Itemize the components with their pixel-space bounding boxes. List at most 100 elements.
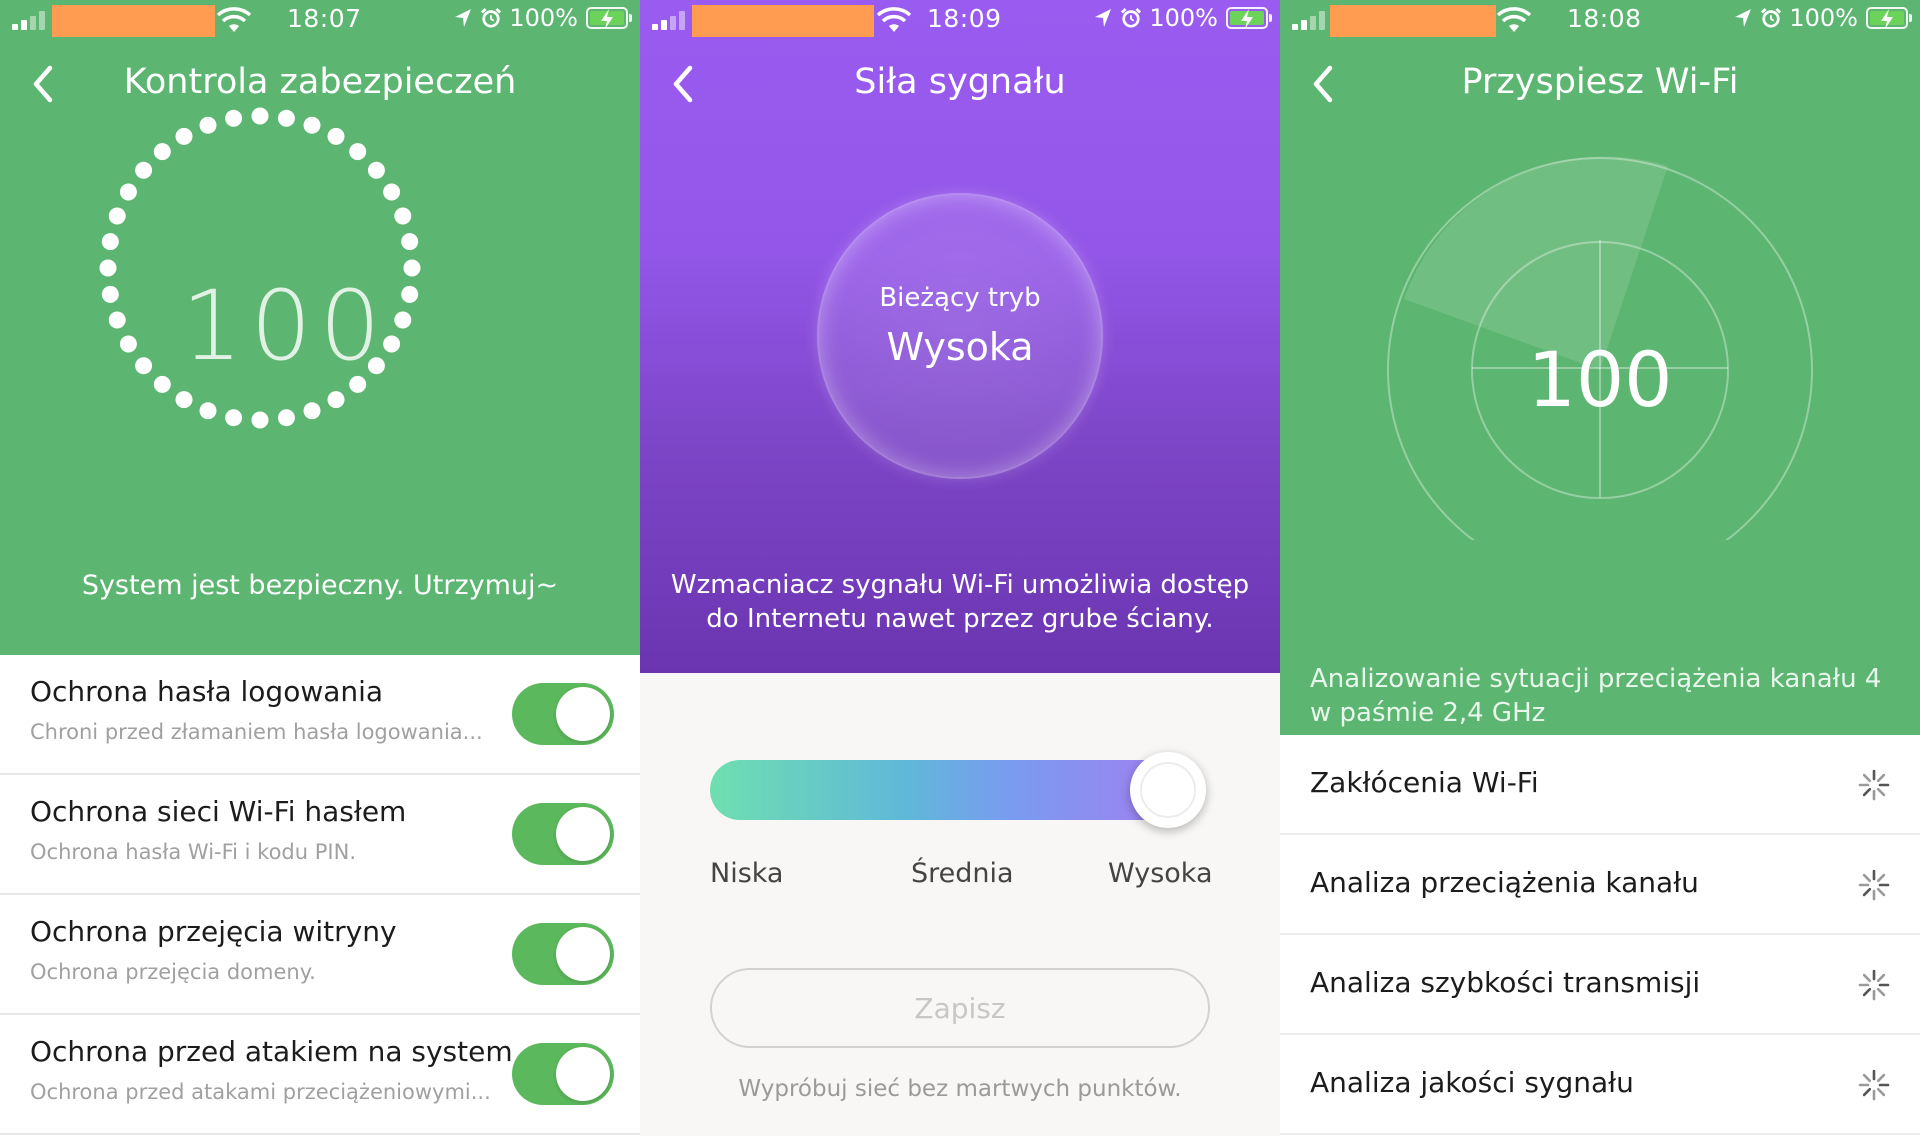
toggle-knob [556, 927, 610, 981]
ring-dot [135, 161, 153, 179]
status-bar: 18:08 100% [1280, 0, 1920, 40]
list-item: Ochrona przed atakiem na system Ochrona … [0, 1015, 640, 1135]
battery-percent: 100% [1149, 4, 1218, 32]
status-time: 18:09 [927, 4, 1002, 33]
ring-dot [401, 233, 419, 251]
item-title: Ochrona przejęcia witryny [30, 915, 397, 948]
toggle-knob [556, 687, 610, 741]
security-status-message: System jest bezpieczny. Utrzymuj~ [81, 570, 559, 601]
slider-thumb[interactable] [1130, 752, 1206, 828]
current-mode-caption: Bieżący tryb [879, 283, 1041, 313]
ring-dot [303, 402, 321, 420]
list-item: Ochrona sieci Wi-Fi hasłem Ochrona hasła… [0, 775, 640, 895]
page-title: Kontrola zabezpieczeń [123, 62, 517, 102]
protection-list: Ochrona hasła logowania Chroni przed zła… [0, 655, 640, 1135]
wifi-icon [1496, 7, 1532, 32]
page-title: Siła sygnału [854, 62, 1066, 102]
spinner-icon [1858, 869, 1890, 901]
carrier-redacted [1330, 5, 1496, 37]
status-right: 100% [1093, 4, 1272, 32]
ring-dot [277, 409, 295, 427]
list-item: Ochrona hasła logowania Chroni przed zła… [0, 655, 640, 775]
ring-dot [327, 127, 345, 145]
ring-dot [153, 143, 171, 161]
status-time: 18:07 [287, 4, 362, 33]
spinner-icon [1858, 969, 1890, 1001]
signal-strength-screen: Bieżący tryb Wysoka Wzmacniacz sygnału W… [640, 0, 1280, 1136]
status-right: 100% [1733, 4, 1912, 32]
nav-bar: Przyspiesz Wi-Fi [1280, 40, 1920, 130]
battery-percent: 100% [509, 4, 578, 32]
current-mode-bubble: Bieżący tryb Wysoka [817, 193, 1103, 479]
item-title: Ochrona hasła logowania [30, 675, 384, 708]
check-label: Analiza szybkości transmisji [1310, 966, 1701, 999]
ring-dot [327, 391, 345, 409]
battery-charging-icon [586, 7, 632, 29]
toggle-knob [556, 1047, 610, 1101]
ring-dot [175, 391, 193, 409]
alarm-icon [1761, 7, 1782, 28]
security-score: 100 [181, 270, 389, 382]
slider-label-high[interactable]: Wysoka [1108, 858, 1213, 889]
battery-charging-icon [1866, 7, 1912, 29]
ring-dot [225, 409, 243, 427]
battery-charging-icon [1226, 7, 1272, 29]
list-item: Analiza jakości sygnału [1280, 1035, 1920, 1135]
location-icon [1735, 9, 1752, 27]
cellular-signal-icon [652, 10, 686, 30]
battery-percent: 100% [1789, 4, 1858, 32]
nav-bar: Siła sygnału [640, 40, 1280, 130]
page-title: Przyspiesz Wi-Fi [1461, 62, 1739, 102]
location-icon [1095, 9, 1112, 27]
status-bar: 18:09 100% [640, 0, 1280, 40]
analyzing-text: Analizowanie sytuacji przeciążenia kanał… [1310, 664, 1882, 728]
wifi-icon [216, 7, 252, 32]
wifi-icon [876, 7, 912, 32]
ring-dot [394, 207, 412, 225]
item-title: Ochrona przed atakiem na system [30, 1035, 513, 1068]
item-subtitle: Chroni przed złamaniem hasła logowania..… [30, 720, 483, 744]
ring-dot [251, 411, 269, 429]
toggle-knob [556, 807, 610, 861]
slider-label-low[interactable]: Niska [710, 858, 783, 889]
speed-up-wifi-screen: 100 Analizowanie sytuacji przeciążenia k… [1280, 0, 1920, 1136]
signal-description: Wzmacniacz sygnału Wi-Fi umożliwia dostę… [670, 570, 1250, 634]
status-bar: 18:07 100% [0, 0, 640, 40]
ring-dot [349, 143, 367, 161]
ring-dot [101, 233, 119, 251]
protection-toggle[interactable] [512, 1043, 614, 1105]
alarm-icon [1121, 7, 1142, 28]
security-check-screen: 100 System jest bezpieczny. Utrzymuj~ 18… [0, 0, 640, 1136]
signal-level-slider[interactable] [710, 752, 1206, 828]
list-item: Analiza szybkości transmisji [1280, 935, 1920, 1035]
carrier-redacted [692, 5, 874, 37]
spinner-icon [1858, 1069, 1890, 1101]
ring-dot [108, 207, 126, 225]
item-subtitle: Ochrona przejęcia domeny. [30, 960, 316, 984]
check-label: Analiza jakości sygnału [1310, 1066, 1634, 1099]
item-title: Ochrona sieci Wi-Fi hasłem [30, 795, 407, 828]
speed-score: 100 [1527, 335, 1673, 424]
ring-dot [119, 183, 137, 201]
protection-toggle[interactable] [512, 683, 614, 745]
current-mode-value: Wysoka [886, 325, 1034, 369]
slider-label-medium[interactable]: Średnia [911, 858, 1014, 889]
protection-toggle[interactable] [512, 803, 614, 865]
status-right: 100% [453, 4, 632, 32]
location-icon [455, 9, 472, 27]
signal-hint: Wypróbuj sieć bez martwych punktów. [738, 1076, 1182, 1102]
protection-toggle[interactable] [512, 923, 614, 985]
spinner-icon [1858, 769, 1890, 801]
save-button[interactable]: Zapisz [710, 968, 1210, 1048]
alarm-icon [481, 7, 502, 28]
list-item: Ochrona przejęcia witryny Ochrona przeję… [0, 895, 640, 1015]
cellular-signal-icon [12, 10, 46, 30]
list-item: Zakłócenia Wi-Fi [1280, 735, 1920, 835]
carrier-redacted [52, 5, 215, 37]
list-item: Analiza przeciążenia kanału [1280, 835, 1920, 935]
analysis-list: Zakłócenia Wi-Fi Analiza przeciążenia ka… [1280, 735, 1920, 1135]
ring-dot [367, 161, 385, 179]
item-subtitle: Ochrona przed atakami przeciążeniowymi..… [30, 1080, 491, 1104]
status-time: 18:08 [1567, 4, 1642, 33]
nav-bar: Kontrola zabezpieczeń [0, 40, 640, 130]
